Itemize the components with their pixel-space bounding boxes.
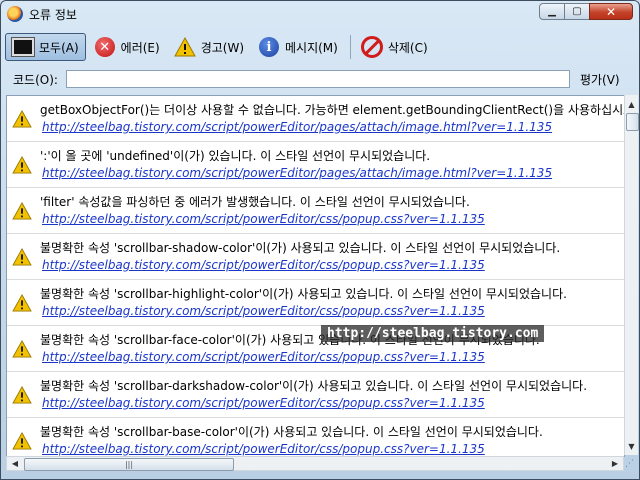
- toolbar-separator: [349, 35, 351, 59]
- warning-icon: [12, 110, 32, 128]
- warning-icon: [12, 202, 32, 220]
- message-row[interactable]: 불명확한 속성 'scrollbar-highlight-color'이(가) …: [7, 280, 624, 326]
- message-source-link[interactable]: http://steelbag.tistory.com/script/power…: [42, 258, 485, 272]
- warning-icon: [12, 432, 32, 450]
- minimize-button[interactable]: ▁: [539, 3, 565, 20]
- message-source-link[interactable]: http://steelbag.tistory.com/script/power…: [42, 166, 552, 180]
- message-text: 불명확한 속성 'scrollbar-shadow-color'이(가) 사용되…: [40, 241, 561, 255]
- scroll-up-icon[interactable]: ▲: [625, 97, 638, 111]
- caption-buttons: ▁ ▢ ✕: [539, 3, 633, 20]
- scroll-down-icon[interactable]: ▼: [625, 439, 638, 453]
- warning-icon: [12, 156, 32, 174]
- scroll-left-icon[interactable]: ◀: [8, 457, 22, 470]
- message-text: 불명확한 속성 'scrollbar-base-color'이(가) 사용되고 …: [40, 425, 543, 439]
- minimize-icon: ▁: [548, 6, 556, 17]
- message-row[interactable]: 'filter' 속성값을 파싱하던 중 에러가 발생했습니다. 이 스타일 선…: [7, 188, 624, 234]
- close-button[interactable]: ✕: [589, 3, 633, 20]
- clear-label: 삭제(C): [387, 40, 428, 55]
- watermark: http://steelbag.tistory.com: [321, 325, 545, 342]
- filter-warnings-button[interactable]: 경고(W): [168, 33, 250, 61]
- message-source-link[interactable]: http://steelbag.tistory.com/script/power…: [42, 212, 485, 226]
- scroll-right-icon[interactable]: ▶: [608, 457, 622, 470]
- vertical-scrollbar[interactable]: ▲ ▼: [624, 95, 639, 455]
- message-text: 'filter' 속성값을 파싱하던 중 에러가 발생했습니다. 이 스타일 선…: [40, 195, 470, 209]
- vertical-scroll-thumb[interactable]: [626, 113, 639, 131]
- evaluate-button[interactable]: 평가(V): [580, 71, 620, 88]
- info-icon: i: [258, 36, 280, 58]
- toolbar: 모두(A) ✕ 에러(E) 경고(W) i 메시지(M) 삭제(C): [5, 31, 635, 63]
- error-console-window: 오류 정보 ▁ ▢ ✕ 모두(A) ✕ 에러(E) 경고(W) i 메시지(M): [0, 0, 640, 480]
- warning-icon: [12, 386, 32, 404]
- code-input[interactable]: [65, 70, 570, 88]
- horizontal-scroll-thumb[interactable]: |||: [24, 458, 234, 471]
- message-row[interactable]: 불명확한 속성 'scrollbar-base-color'이(가) 사용되고 …: [7, 418, 624, 456]
- warning-icon: [12, 294, 32, 312]
- firefox-icon: [7, 6, 23, 22]
- message-row[interactable]: 불명확한 속성 'scrollbar-shadow-color'이(가) 사용되…: [7, 234, 624, 280]
- resize-grip-icon[interactable]: ⋰: [625, 458, 637, 470]
- warning-icon: [12, 340, 32, 358]
- filter-errors-label: 에러(E): [120, 40, 160, 55]
- error-icon: ✕: [94, 36, 116, 58]
- message-source-link[interactable]: http://steelbag.tistory.com/script/power…: [42, 396, 485, 410]
- message-text: 불명확한 속성 'scrollbar-highlight-color'이(가) …: [40, 287, 567, 301]
- message-text: 불명확한 속성 'scrollbar-darkshadow-color'이(가)…: [40, 379, 588, 393]
- warning-icon: [12, 248, 32, 266]
- warning-icon: [173, 36, 196, 58]
- message-source-link[interactable]: http://steelbag.tistory.com/script/power…: [42, 120, 552, 134]
- window-title: 오류 정보: [29, 7, 77, 22]
- maximize-icon: ▢: [572, 6, 582, 17]
- console-icon: [12, 36, 34, 58]
- message-row[interactable]: 불명확한 속성 'scrollbar-darkshadow-color'이(가)…: [7, 372, 624, 418]
- clear-button[interactable]: 삭제(C): [355, 33, 434, 61]
- title-bar[interactable]: 오류 정보 ▁ ▢ ✕: [1, 1, 639, 27]
- message-source-link[interactable]: http://steelbag.tistory.com/script/power…: [42, 350, 485, 364]
- message-list[interactable]: getBoxObjectFor()는 더이상 사용할 수 없습니다. 가능하면 …: [6, 95, 625, 457]
- message-text: getBoxObjectFor()는 더이상 사용할 수 없습니다. 가능하면 …: [40, 103, 625, 117]
- code-label: 코드(O):: [13, 72, 58, 87]
- filter-warnings-label: 경고(W): [200, 40, 244, 55]
- maximize-button[interactable]: ▢: [564, 3, 590, 20]
- message-row[interactable]: getBoxObjectFor()는 더이상 사용할 수 없습니다. 가능하면 …: [7, 96, 624, 142]
- filter-all-button[interactable]: 모두(A): [5, 33, 86, 61]
- filter-messages-button[interactable]: i 메시지(M): [252, 33, 344, 61]
- code-bar: 코드(O): 평가(V): [5, 67, 635, 91]
- close-icon: ✕: [605, 4, 617, 19]
- filter-errors-button[interactable]: ✕ 에러(E): [88, 33, 166, 61]
- horizontal-scrollbar[interactable]: ◀ ||| ▶: [6, 456, 624, 471]
- message-text: ':'이 올 곳에 'undefined'이(가) 있습니다. 이 스타일 선언…: [40, 149, 431, 163]
- message-row[interactable]: ':'이 올 곳에 'undefined'이(가) 있습니다. 이 스타일 선언…: [7, 142, 624, 188]
- message-source-link[interactable]: http://steelbag.tistory.com/script/power…: [42, 442, 485, 456]
- clear-icon: [360, 36, 383, 58]
- message-source-link[interactable]: http://steelbag.tistory.com/script/power…: [42, 304, 485, 318]
- filter-messages-label: 메시지(M): [285, 40, 338, 55]
- filter-all-label: 모두(A): [39, 40, 79, 55]
